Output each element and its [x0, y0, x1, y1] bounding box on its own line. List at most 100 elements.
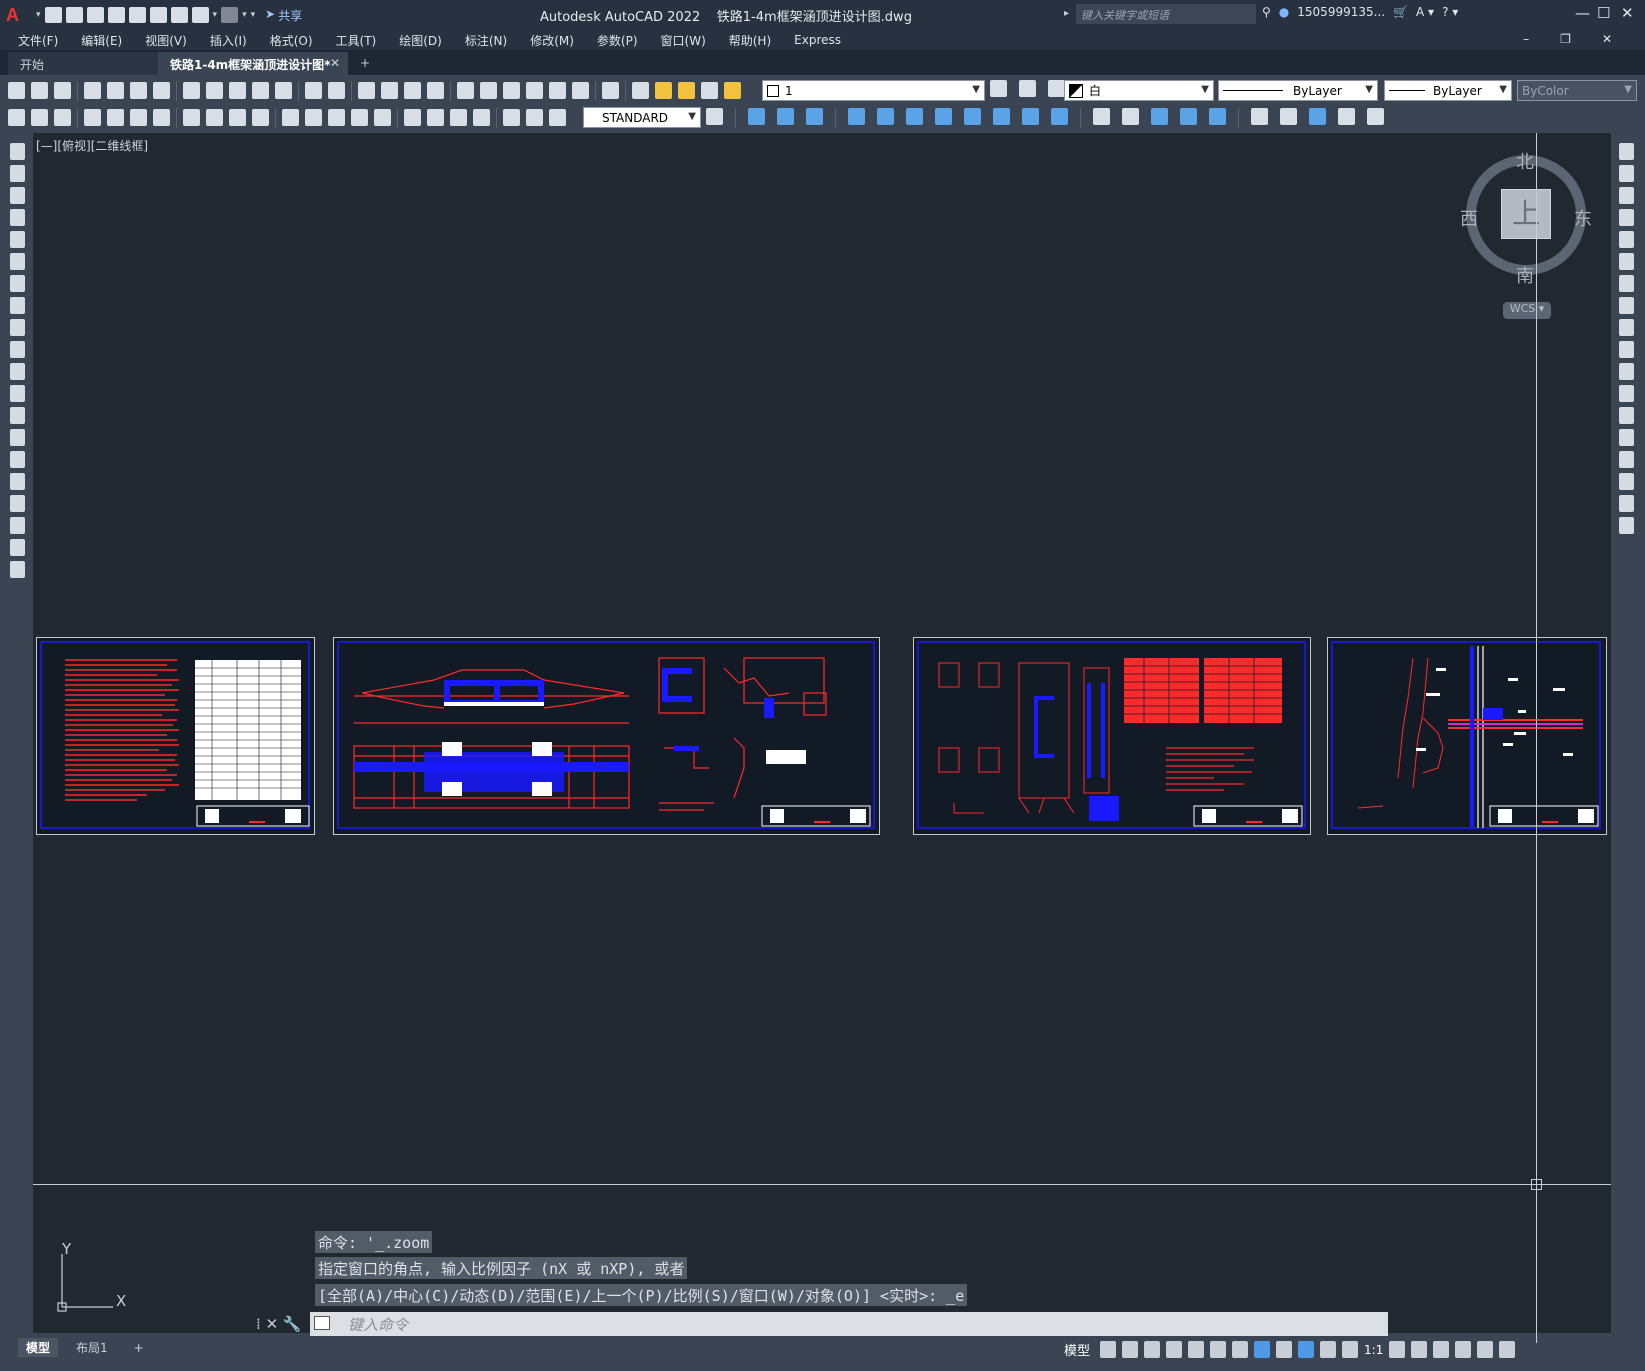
redo-icon[interactable] — [328, 82, 345, 99]
tab-close-icon[interactable]: ✕ — [330, 56, 340, 70]
insert-block-icon[interactable] — [9, 385, 25, 402]
3d-align-icon[interactable] — [1280, 108, 1297, 125]
command-line-customize-icon[interactable]: 🔧 — [283, 1315, 302, 1333]
annotation-scale-value[interactable]: 1:1 — [1364, 1343, 1383, 1357]
arc-icon[interactable] — [9, 253, 25, 270]
radius-dimension-icon[interactable] — [183, 109, 200, 126]
menu-window[interactable]: 窗口(W) — [661, 32, 706, 49]
menu-edit[interactable]: 编辑(E) — [81, 32, 122, 49]
continue-dimension-icon[interactable] — [328, 109, 345, 126]
ellipse-arc-icon[interactable] — [9, 363, 25, 380]
baseline-dimension-icon[interactable] — [305, 109, 322, 126]
stretch-icon[interactable] — [1618, 319, 1634, 336]
make-current-layer-icon[interactable] — [990, 80, 1007, 97]
paste-icon[interactable] — [229, 82, 246, 99]
undo-dropdown-icon[interactable]: ▾ — [213, 10, 218, 20]
menu-view[interactable]: 视图(V) — [145, 32, 187, 49]
help-icon[interactable]: ? ▾ — [1442, 5, 1458, 19]
menu-help[interactable]: 帮助(H) — [729, 32, 771, 49]
export-icon[interactable] — [149, 7, 167, 23]
plotstyle-dropdown[interactable]: ByColor ▼ — [1517, 80, 1637, 101]
command-line-grip-icon[interactable]: ⁞ — [256, 1315, 261, 1333]
dimension-edit-icon[interactable] — [503, 109, 520, 126]
customization-menu-icon[interactable] — [1499, 1341, 1516, 1358]
extrude-faces-icon[interactable] — [848, 108, 865, 125]
save-icon[interactable] — [31, 109, 48, 126]
plot-icon[interactable] — [170, 7, 188, 23]
quick-properties-icon[interactable] — [1455, 1341, 1472, 1358]
revision-cloud-icon[interactable] — [9, 297, 25, 314]
imprint-icon[interactable] — [1093, 108, 1110, 125]
break-at-point-icon[interactable] — [1618, 385, 1634, 402]
workspace-gear-icon[interactable] — [1389, 1341, 1406, 1358]
zoom-previous-icon[interactable] — [427, 82, 444, 99]
make-block-icon[interactable] — [9, 407, 25, 424]
open-file-icon[interactable] — [65, 7, 83, 23]
design-center-icon[interactable] — [480, 82, 497, 99]
3d-rotate-icon[interactable] — [1367, 108, 1384, 125]
spline-icon[interactable] — [9, 319, 25, 336]
line-icon[interactable] — [9, 143, 25, 160]
units-icon[interactable] — [1433, 1341, 1450, 1358]
clean-screen-icon[interactable] — [1477, 1341, 1494, 1358]
publish-icon[interactable] — [128, 7, 146, 23]
viewcube-east[interactable]: 东 — [1574, 205, 1592, 231]
recent-commands-icon[interactable] — [314, 1316, 330, 1330]
intersect-icon[interactable] — [806, 108, 823, 125]
layer-on-icon[interactable] — [655, 82, 672, 99]
viewport-controls-label[interactable]: [—][俯视][二维线框] — [36, 137, 148, 154]
tool-palettes-icon[interactable] — [503, 82, 520, 99]
new-file-icon[interactable] — [44, 7, 62, 23]
tolerance-icon[interactable] — [404, 109, 421, 126]
jogged-dimension-icon[interactable] — [206, 109, 223, 126]
cart-icon[interactable]: 🛒 — [1393, 5, 1408, 19]
share-button[interactable]: ➤ 共享 — [265, 7, 302, 24]
multiline-text-icon[interactable] — [9, 539, 25, 556]
customize-qat-icon[interactable]: ▾ — [251, 10, 256, 20]
new-tab-button[interactable]: + — [348, 52, 378, 75]
command-line-close-icon[interactable]: ✕ — [266, 1315, 279, 1333]
taper-faces-icon[interactable] — [993, 108, 1010, 125]
subtract-icon[interactable] — [777, 108, 794, 125]
menu-format[interactable]: 格式(O) — [270, 32, 313, 49]
properties-icon[interactable] — [457, 82, 474, 99]
scale-icon[interactable] — [1618, 297, 1634, 314]
layer-previous-icon[interactable] — [1019, 80, 1036, 97]
save-icon[interactable] — [54, 82, 71, 99]
tab-model[interactable]: 模型 — [18, 1338, 59, 1357]
viewcube-north[interactable]: 北 — [1516, 148, 1534, 174]
autodesk-app-icon[interactable]: A ▾ — [1416, 5, 1434, 19]
offset-icon[interactable] — [1618, 209, 1634, 226]
menu-draw[interactable]: 绘图(D) — [399, 32, 442, 49]
polar-tracking-icon[interactable] — [1188, 1341, 1205, 1358]
zoom-window-icon[interactable] — [404, 82, 421, 99]
polyline-icon[interactable] — [9, 187, 25, 204]
hatch-icon[interactable] — [9, 451, 25, 468]
move-icon[interactable] — [1618, 253, 1634, 270]
join-icon[interactable] — [1618, 429, 1634, 446]
search-input[interactable]: 键入关键字或短语 — [1076, 4, 1256, 24]
auto-scale-icon[interactable] — [1320, 1341, 1337, 1358]
arc-length-icon[interactable] — [130, 109, 147, 126]
extend-icon[interactable] — [1618, 363, 1634, 380]
rectangle-icon[interactable] — [9, 231, 25, 248]
menu-parametric[interactable]: 参数(P) — [597, 32, 638, 49]
user-name[interactable]: 1505999135... — [1297, 5, 1385, 19]
copy-icon[interactable] — [1618, 165, 1634, 182]
delete-faces-icon[interactable] — [935, 108, 952, 125]
annotation-visibility-icon[interactable] — [1298, 1341, 1315, 1358]
infer-constraints-icon[interactable] — [1144, 1341, 1161, 1358]
copy-faces-icon[interactable] — [1022, 108, 1039, 125]
menu-tools[interactable]: 工具(T) — [336, 32, 377, 49]
expand-search-icon[interactable]: ▸ — [1064, 8, 1069, 19]
sheet-set-icon[interactable] — [526, 82, 543, 99]
jogged-linear-icon[interactable] — [473, 109, 490, 126]
snap-icon[interactable] — [1122, 1341, 1139, 1358]
markup-icon[interactable] — [549, 82, 566, 99]
polygon-icon[interactable] — [9, 209, 25, 226]
quick-dimension-icon[interactable] — [282, 109, 299, 126]
save-icon[interactable] — [86, 7, 104, 23]
doc-minimize-icon[interactable]: – — [1523, 32, 1529, 46]
erase-icon[interactable] — [1618, 143, 1634, 160]
copy-icon[interactable] — [206, 82, 223, 99]
